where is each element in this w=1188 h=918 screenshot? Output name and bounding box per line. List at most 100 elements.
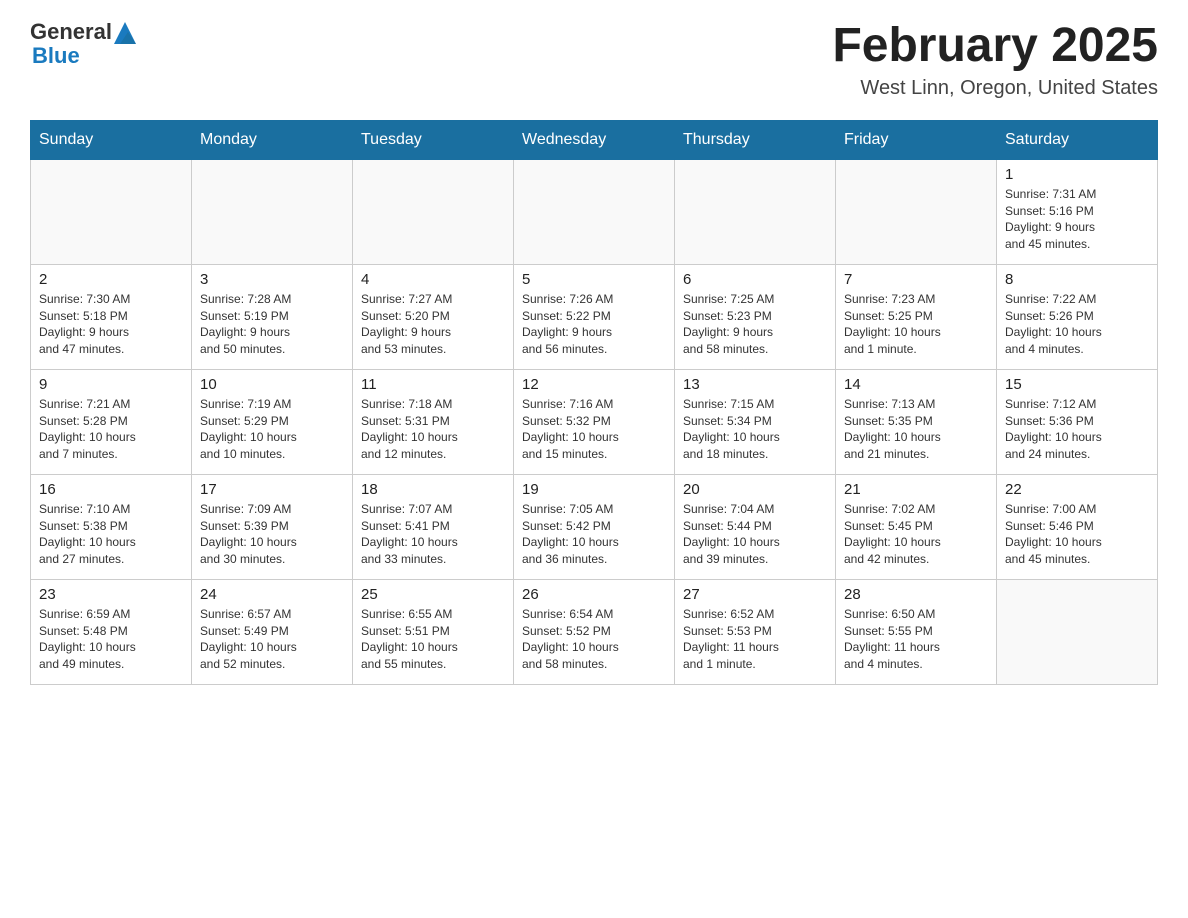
calendar-header-row: SundayMondayTuesdayWednesdayThursdayFrid… xyxy=(31,120,1158,159)
day-number: 23 xyxy=(39,586,183,603)
calendar-cell: 15 Sunrise: 7:12 AM Sunset: 5:36 PM Dayli… xyxy=(997,369,1158,474)
day-info: Sunrise: 7:19 AM Sunset: 5:29 PM Dayligh… xyxy=(200,396,344,463)
day-number: 11 xyxy=(361,376,505,393)
day-info: Sunrise: 7:30 AM Sunset: 5:18 PM Dayligh… xyxy=(39,291,183,358)
day-number: 15 xyxy=(1005,376,1149,393)
day-number: 22 xyxy=(1005,481,1149,498)
day-number: 1 xyxy=(1005,166,1149,183)
calendar-cell: 21 Sunrise: 7:02 AM Sunset: 5:45 PM Dayli… xyxy=(836,474,997,579)
month-year-title: February 2025 xyxy=(832,20,1158,73)
day-info: Sunrise: 7:21 AM Sunset: 5:28 PM Dayligh… xyxy=(39,396,183,463)
day-info: Sunrise: 6:57 AM Sunset: 5:49 PM Dayligh… xyxy=(200,606,344,673)
calendar-cell: 1 Sunrise: 7:31 AM Sunset: 5:16 PM Daylig… xyxy=(997,159,1158,264)
day-number: 24 xyxy=(200,586,344,603)
calendar-cell: 23 Sunrise: 6:59 AM Sunset: 5:48 PM Dayli… xyxy=(31,579,192,684)
day-info: Sunrise: 7:26 AM Sunset: 5:22 PM Dayligh… xyxy=(522,291,666,358)
calendar-week-2: 2 Sunrise: 7:30 AM Sunset: 5:18 PM Daylig… xyxy=(31,264,1158,369)
calendar-cell: 12 Sunrise: 7:16 AM Sunset: 5:32 PM Dayli… xyxy=(514,369,675,474)
day-header-tuesday: Tuesday xyxy=(353,120,514,159)
calendar-week-4: 16Sunrise: 7:10 AM Sunset: 5:38 PM Dayli… xyxy=(31,474,1158,579)
day-number: 18 xyxy=(361,481,505,498)
day-number: 13 xyxy=(683,376,827,393)
calendar-cell: 14 Sunrise: 7:13 AM Sunset: 5:35 PM Dayli… xyxy=(836,369,997,474)
day-info: Sunrise: 7:04 AM Sunset: 5:44 PM Dayligh… xyxy=(683,501,827,568)
calendar-cell: 10 Sunrise: 7:19 AM Sunset: 5:29 PM Dayli… xyxy=(192,369,353,474)
calendar-cell xyxy=(192,159,353,264)
day-header-wednesday: Wednesday xyxy=(514,120,675,159)
calendar-cell: 20 Sunrise: 7:04 AM Sunset: 5:44 PM Dayli… xyxy=(675,474,836,579)
calendar-week-3: 9 Sunrise: 7:21 AM Sunset: 5:28 PM Daylig… xyxy=(31,369,1158,474)
day-number: 2 xyxy=(39,271,183,288)
day-number: 6 xyxy=(683,271,827,288)
calendar-cell: 4 Sunrise: 7:27 AM Sunset: 5:20 PM Daylig… xyxy=(353,264,514,369)
day-header-monday: Monday xyxy=(192,120,353,159)
calendar-cell: 24 Sunrise: 6:57 AM Sunset: 5:49 PM Dayli… xyxy=(192,579,353,684)
calendar-week-1: 1 Sunrise: 7:31 AM Sunset: 5:16 PM Daylig… xyxy=(31,159,1158,264)
day-info: Sunrise: 7:25 AM Sunset: 5:23 PM Dayligh… xyxy=(683,291,827,358)
logo: General Blue xyxy=(30,20,136,68)
calendar-cell: 7Sunrise: 7:23 AM Sunset: 5:25 PM Daylig… xyxy=(836,264,997,369)
day-number: 10 xyxy=(200,376,344,393)
day-number: 21 xyxy=(844,481,988,498)
day-number: 20 xyxy=(683,481,827,498)
calendar-cell: 9 Sunrise: 7:21 AM Sunset: 5:28 PM Daylig… xyxy=(31,369,192,474)
calendar-cell: 26 Sunrise: 6:54 AM Sunset: 5:52 PM Dayli… xyxy=(514,579,675,684)
calendar-cell: 28Sunrise: 6:50 AM Sunset: 5:55 PM Dayli… xyxy=(836,579,997,684)
day-info: Sunrise: 7:02 AM Sunset: 5:45 PM Dayligh… xyxy=(844,501,988,568)
day-info: Sunrise: 7:27 AM Sunset: 5:20 PM Dayligh… xyxy=(361,291,505,358)
day-info: Sunrise: 7:12 AM Sunset: 5:36 PM Dayligh… xyxy=(1005,396,1149,463)
day-info: Sunrise: 7:09 AM Sunset: 5:39 PM Dayligh… xyxy=(200,501,344,568)
calendar-cell: 25Sunrise: 6:55 AM Sunset: 5:51 PM Dayli… xyxy=(353,579,514,684)
day-info: Sunrise: 7:28 AM Sunset: 5:19 PM Dayligh… xyxy=(200,291,344,358)
calendar-cell: 5 Sunrise: 7:26 AM Sunset: 5:22 PM Daylig… xyxy=(514,264,675,369)
day-number: 26 xyxy=(522,586,666,603)
day-number: 27 xyxy=(683,586,827,603)
day-number: 7 xyxy=(844,271,988,288)
day-header-thursday: Thursday xyxy=(675,120,836,159)
day-info: Sunrise: 6:50 AM Sunset: 5:55 PM Dayligh… xyxy=(844,606,988,673)
logo-blue-text: Blue xyxy=(32,44,136,68)
day-info: Sunrise: 7:16 AM Sunset: 5:32 PM Dayligh… xyxy=(522,396,666,463)
calendar-cell: 16Sunrise: 7:10 AM Sunset: 5:38 PM Dayli… xyxy=(31,474,192,579)
calendar-cell: 11 Sunrise: 7:18 AM Sunset: 5:31 PM Dayli… xyxy=(353,369,514,474)
calendar-cell: 6 Sunrise: 7:25 AM Sunset: 5:23 PM Daylig… xyxy=(675,264,836,369)
day-number: 8 xyxy=(1005,271,1149,288)
day-info: Sunrise: 7:15 AM Sunset: 5:34 PM Dayligh… xyxy=(683,396,827,463)
day-header-sunday: Sunday xyxy=(31,120,192,159)
day-info: Sunrise: 7:31 AM Sunset: 5:16 PM Dayligh… xyxy=(1005,186,1149,253)
calendar-cell: 18Sunrise: 7:07 AM Sunset: 5:41 PM Dayli… xyxy=(353,474,514,579)
page-header: General Blue February 2025 West Linn, Or… xyxy=(30,20,1158,100)
day-info: Sunrise: 7:05 AM Sunset: 5:42 PM Dayligh… xyxy=(522,501,666,568)
calendar-cell xyxy=(353,159,514,264)
calendar-cell: 17Sunrise: 7:09 AM Sunset: 5:39 PM Dayli… xyxy=(192,474,353,579)
day-number: 19 xyxy=(522,481,666,498)
calendar-cell: 8Sunrise: 7:22 AM Sunset: 5:26 PM Daylig… xyxy=(997,264,1158,369)
day-info: Sunrise: 7:18 AM Sunset: 5:31 PM Dayligh… xyxy=(361,396,505,463)
day-number: 5 xyxy=(522,271,666,288)
calendar-cell: 27Sunrise: 6:52 AM Sunset: 5:53 PM Dayli… xyxy=(675,579,836,684)
calendar-cell xyxy=(997,579,1158,684)
day-header-saturday: Saturday xyxy=(997,120,1158,159)
day-info: Sunrise: 6:59 AM Sunset: 5:48 PM Dayligh… xyxy=(39,606,183,673)
calendar-cell xyxy=(31,159,192,264)
title-section: February 2025 West Linn, Oregon, United … xyxy=(832,20,1158,100)
day-info: Sunrise: 6:54 AM Sunset: 5:52 PM Dayligh… xyxy=(522,606,666,673)
day-number: 9 xyxy=(39,376,183,393)
calendar-cell: 2 Sunrise: 7:30 AM Sunset: 5:18 PM Daylig… xyxy=(31,264,192,369)
day-info: Sunrise: 7:13 AM Sunset: 5:35 PM Dayligh… xyxy=(844,396,988,463)
calendar-cell: 19 Sunrise: 7:05 AM Sunset: 5:42 PM Dayli… xyxy=(514,474,675,579)
day-number: 14 xyxy=(844,376,988,393)
calendar-cell: 13 Sunrise: 7:15 AM Sunset: 5:34 PM Dayli… xyxy=(675,369,836,474)
day-info: Sunrise: 7:10 AM Sunset: 5:38 PM Dayligh… xyxy=(39,501,183,568)
day-header-friday: Friday xyxy=(836,120,997,159)
calendar-cell xyxy=(514,159,675,264)
day-number: 4 xyxy=(361,271,505,288)
day-info: Sunrise: 6:55 AM Sunset: 5:51 PM Dayligh… xyxy=(361,606,505,673)
day-number: 12 xyxy=(522,376,666,393)
day-info: Sunrise: 7:00 AM Sunset: 5:46 PM Dayligh… xyxy=(1005,501,1149,568)
calendar-week-5: 23 Sunrise: 6:59 AM Sunset: 5:48 PM Dayli… xyxy=(31,579,1158,684)
day-number: 3 xyxy=(200,271,344,288)
location-subtitle: West Linn, Oregon, United States xyxy=(832,77,1158,100)
calendar-cell: 3 Sunrise: 7:28 AM Sunset: 5:19 PM Daylig… xyxy=(192,264,353,369)
calendar-cell: 22 Sunrise: 7:00 AM Sunset: 5:46 PM Dayli… xyxy=(997,474,1158,579)
